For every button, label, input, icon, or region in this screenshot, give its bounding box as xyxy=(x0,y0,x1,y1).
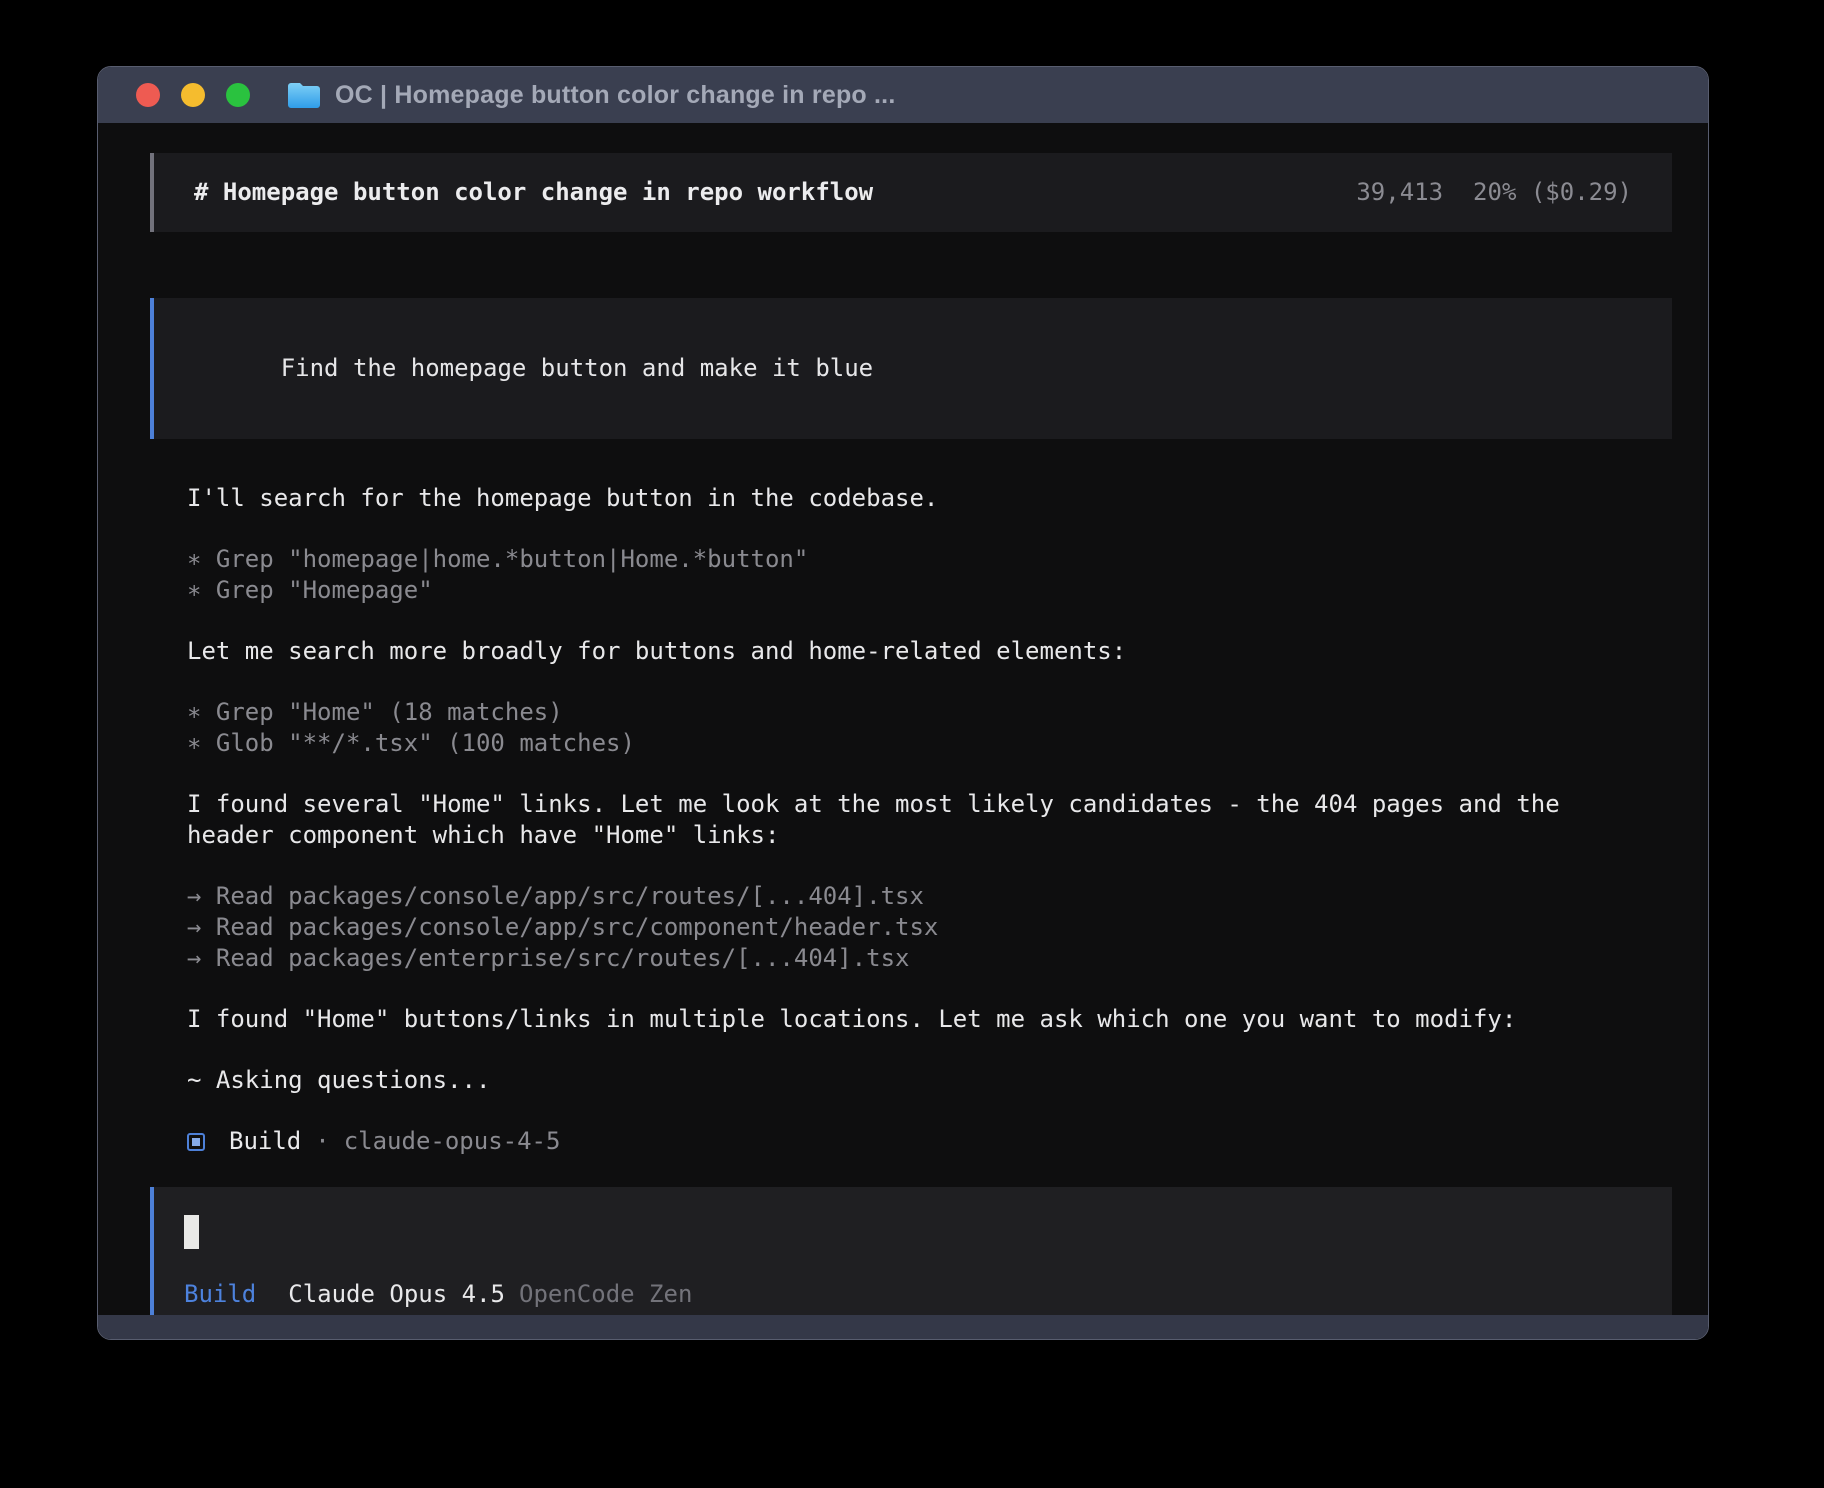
window-titlebar[interactable]: OC | Homepage button color change in rep… xyxy=(98,67,1708,123)
tool-call-group: → Read packages/console/app/src/routes/[… xyxy=(187,881,1672,974)
message-input[interactable]: Build Claude Opus 4.5 OpenCode Zen xyxy=(150,1187,1672,1315)
window-title: OC | Homepage button color change in rep… xyxy=(335,81,895,110)
assistant-text: ~ Asking questions... xyxy=(187,1065,1672,1096)
window-bottom-chrome xyxy=(98,1315,1708,1339)
agent-name: Build xyxy=(229,1126,301,1157)
session-title: # Homepage button color change in repo w… xyxy=(194,177,873,208)
token-count: 39,413 xyxy=(1356,177,1443,208)
agent-build-icon xyxy=(187,1133,205,1151)
transcript-line: → Read packages/enterprise/src/routes/[.… xyxy=(187,943,1672,974)
zoom-button[interactable] xyxy=(226,83,250,107)
transcript-line: → Read packages/console/app/src/componen… xyxy=(187,912,1672,943)
transcript-line: ∗ Grep "homepage|home.*button|Home.*butt… xyxy=(187,544,1672,575)
assistant-text: Let me search more broadly for buttons a… xyxy=(187,636,1672,667)
transcript-line: ~ Asking questions... xyxy=(187,1065,1672,1096)
assistant-text: I found several "Home" links. Let me loo… xyxy=(187,789,1672,851)
transcript-line: ∗ Grep "Home" (18 matches) xyxy=(187,697,1672,728)
session-header: # Homepage button color change in repo w… xyxy=(150,153,1672,232)
user-prompt-text: Find the homepage button and make it blu… xyxy=(281,354,873,382)
close-button[interactable] xyxy=(136,83,160,107)
minimize-button[interactable] xyxy=(181,83,205,107)
assistant-text: I'll search for the homepage button in t… xyxy=(187,483,1672,514)
transcript-line: ∗ Glob "**/*.tsx" (100 matches) xyxy=(187,728,1672,759)
agent-model-id: claude-opus-4-5 xyxy=(344,1126,561,1157)
model-provider: OpenCode Zen xyxy=(519,1279,692,1310)
transcript-line: I'll search for the homepage button in t… xyxy=(187,483,1672,514)
model-name[interactable]: Claude Opus 4.5 xyxy=(288,1279,505,1310)
agent-status-row: Build · claude-opus-4-5 xyxy=(187,1126,1672,1157)
transcript-line: ∗ Grep "Homepage" xyxy=(187,575,1672,606)
transcript-line: I found "Home" buttons/links in multiple… xyxy=(187,1004,1672,1035)
input-meta-row: Build Claude Opus 4.5 OpenCode Zen xyxy=(184,1279,1652,1310)
assistant-text: I found "Home" buttons/links in multiple… xyxy=(187,1004,1672,1035)
dot-separator: · xyxy=(315,1126,329,1157)
terminal-body: # Homepage button color change in repo w… xyxy=(98,123,1708,1315)
transcript-line: → Read packages/console/app/src/routes/[… xyxy=(187,881,1672,912)
transcript-line: I found several "Home" links. Let me loo… xyxy=(187,789,1672,820)
terminal-window: OC | Homepage button color change in rep… xyxy=(97,66,1709,1340)
folder-icon xyxy=(287,82,321,109)
tool-call-group: ∗ Grep "homepage|home.*button|Home.*butt… xyxy=(187,544,1672,606)
text-cursor xyxy=(184,1215,199,1249)
transcript-line: Let me search more broadly for buttons a… xyxy=(187,636,1672,667)
assistant-transcript: I'll search for the homepage button in t… xyxy=(187,483,1672,1157)
tool-call-group: ∗ Grep "Home" (18 matches)∗ Glob "**/*.t… xyxy=(187,697,1672,759)
transcript-line: header component which have "Home" links… xyxy=(187,820,1672,851)
context-usage-cost: 20% ($0.29) xyxy=(1473,177,1632,208)
user-prompt: Find the homepage button and make it blu… xyxy=(150,298,1672,439)
agent-mode-label[interactable]: Build xyxy=(184,1279,256,1310)
session-stats: 39,413 20% ($0.29) xyxy=(1356,177,1652,208)
